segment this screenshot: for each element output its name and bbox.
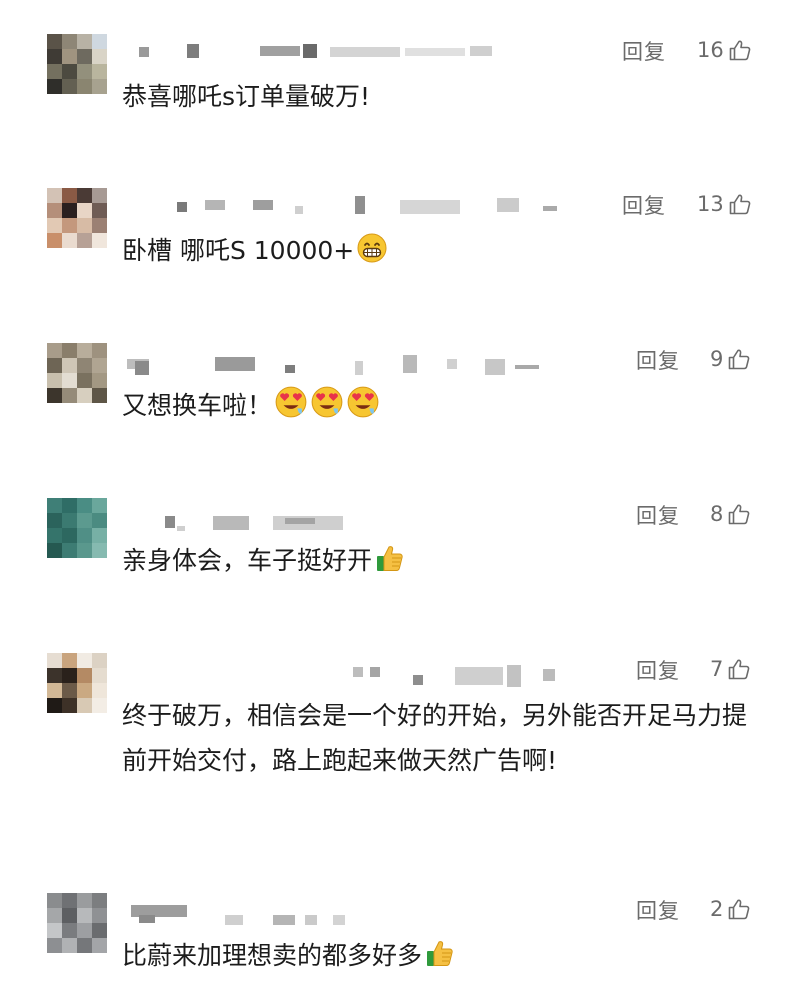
heart-eyes-emoji (311, 386, 343, 418)
comment-text-content: 又想换车啦！ (122, 391, 273, 420)
like-button[interactable]: 2 (710, 895, 751, 923)
comment-text: 终于破万，相信会是一个好的开始，另外能否开足马力提前开始交付，路上跑起来做天然广… (122, 693, 762, 783)
username-blurred[interactable] (125, 661, 585, 687)
heart-eyes-emoji (275, 386, 307, 418)
thumbs-up-outline-icon (729, 349, 750, 370)
comment-text-content: 比蔚来加理想卖的都多好多 (122, 941, 423, 970)
comment-text-content: 恭喜哪吒s订单量破万! (122, 82, 371, 111)
reply-button[interactable]: 回复 (636, 655, 680, 685)
like-count: 2 (710, 897, 724, 921)
grin-emoji (357, 233, 387, 263)
reply-button[interactable]: 回复 (622, 36, 666, 66)
avatar[interactable] (47, 343, 107, 403)
avatar[interactable] (47, 893, 107, 953)
username-blurred[interactable] (125, 901, 585, 925)
like-count: 13 (697, 192, 724, 216)
comment-text: 亲身体会，车子挺好开 (122, 538, 762, 583)
comment-text-content: 亲身体会，车子挺好开 (122, 546, 373, 575)
avatar[interactable] (47, 34, 107, 94)
like-button[interactable]: 7 (710, 655, 751, 683)
like-button[interactable]: 9 (710, 345, 751, 373)
reply-button[interactable]: 回复 (636, 500, 680, 530)
username-blurred[interactable] (125, 196, 585, 216)
reply-button[interactable]: 回复 (636, 345, 680, 375)
avatar[interactable] (47, 653, 107, 713)
avatar[interactable] (47, 498, 107, 558)
thumbs-up-outline-icon (729, 659, 750, 680)
comment-text: 恭喜哪吒s订单量破万! (122, 74, 762, 119)
like-button[interactable]: 13 (697, 190, 752, 218)
thumbs-up-outline-icon (729, 194, 751, 215)
thumbs-up-outline-icon (729, 504, 750, 525)
comment-text-content: 终于破万，相信会是一个好的开始，另外能否开足马力提前开始交付，路上跑起来做天然广… (122, 701, 748, 775)
like-count: 7 (710, 657, 724, 681)
reply-button[interactable]: 回复 (622, 190, 666, 220)
like-button[interactable]: 16 (697, 36, 752, 64)
username-blurred[interactable] (125, 351, 585, 375)
thumbs-up-outline-icon (729, 899, 750, 920)
like-count: 8 (710, 502, 724, 526)
heart-eyes-emoji (347, 386, 379, 418)
thumbs-up-emoji (377, 546, 403, 571)
thumbs-up-emoji (427, 941, 453, 966)
like-count: 9 (710, 347, 724, 371)
like-button[interactable]: 8 (710, 500, 751, 528)
thumbs-up-outline-icon (729, 40, 751, 61)
username-blurred[interactable] (125, 506, 585, 531)
like-count: 16 (697, 38, 724, 62)
comment-text: 又想换车啦！ (122, 383, 762, 428)
comment-text: 卧槽 哪吒S 10000+ (122, 228, 762, 273)
comment-text: 比蔚来加理想卖的都多好多 (122, 933, 762, 978)
username-blurred[interactable] (125, 42, 585, 62)
reply-button[interactable]: 回复 (636, 895, 680, 925)
comment-text-content: 卧槽 哪吒S 10000+ (122, 236, 355, 265)
avatar[interactable] (47, 188, 107, 248)
